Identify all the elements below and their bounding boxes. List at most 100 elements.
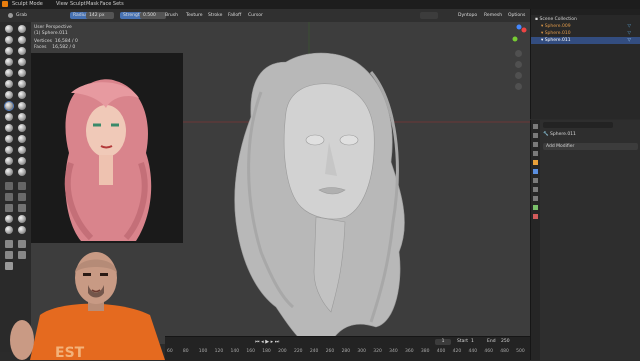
- grab-brush-icon[interactable]: [5, 102, 13, 110]
- box-hide-icon[interactable]: [18, 182, 26, 190]
- draw-face-sets-icon[interactable]: [5, 168, 13, 176]
- outliner-item-label: Sphere.010: [544, 31, 571, 36]
- physics-tab-icon[interactable]: [533, 187, 538, 192]
- simplify-brush-icon[interactable]: [5, 157, 13, 165]
- zoom-icon[interactable]: [515, 50, 522, 57]
- scrape-brush-icon[interactable]: [18, 80, 26, 88]
- elastic-deform-icon[interactable]: [18, 102, 26, 110]
- options-menu[interactable]: Options: [508, 12, 525, 19]
- multiplane-scrape-icon[interactable]: [5, 91, 13, 99]
- current-frame-field[interactable]: 1: [435, 339, 451, 345]
- menu-view[interactable]: View: [56, 1, 68, 7]
- crease-brush-icon[interactable]: [18, 58, 26, 66]
- camera-icon[interactable]: [515, 72, 522, 79]
- outliner-item[interactable]: ▾ Sphere.009 ▽: [531, 23, 640, 30]
- strength-field[interactable]: 0.500: [140, 12, 166, 19]
- reference-image: [31, 53, 183, 243]
- pinch-brush-icon[interactable]: [18, 91, 26, 99]
- layer-brush-icon[interactable]: [5, 47, 13, 55]
- end-frame-field[interactable]: 250: [501, 339, 510, 344]
- clay-strips-brush-icon[interactable]: [18, 36, 26, 44]
- timeline-tick-label: 80: [182, 349, 189, 354]
- start-frame-field[interactable]: 1: [471, 339, 474, 344]
- outliner-item-label: Sphere.011: [544, 38, 571, 43]
- navigation-gizmo[interactable]: [509, 24, 529, 44]
- dyntopo-menu[interactable]: Dyntopo: [458, 12, 477, 19]
- flatten-brush-icon[interactable]: [18, 69, 26, 77]
- properties-panel: 🔧 Sphere.011 Add Modifier: [530, 120, 640, 360]
- inflate-brush-icon[interactable]: [18, 47, 26, 55]
- y-axis-handle: [512, 36, 518, 42]
- presenter-video: EST: [10, 252, 165, 360]
- box-face-set-icon[interactable]: [5, 193, 13, 201]
- nudge-brush-icon[interactable]: [18, 124, 26, 132]
- boundary-brush-icon[interactable]: [5, 146, 13, 154]
- mask-brush-icon[interactable]: [18, 157, 26, 165]
- mask-by-color-icon[interactable]: [18, 226, 26, 234]
- line-project-icon[interactable]: [5, 204, 13, 212]
- z-axis-handle: [516, 24, 522, 30]
- scene-tab-icon[interactable]: [533, 151, 538, 156]
- cloth-brush-icon[interactable]: [18, 146, 26, 154]
- mode-icon[interactable]: [2, 1, 8, 7]
- mesh-filter-icon[interactable]: [18, 204, 26, 212]
- draw-brush-icon[interactable]: [5, 25, 13, 33]
- shirt-print: EST: [55, 345, 85, 360]
- playback-controls[interactable]: ⏮ ◂ ▶ ▸ ⏭: [255, 339, 279, 345]
- timeline[interactable]: ⏮ ◂ ▶ ▸ ⏭ 1 Start 1 End 250 60 80 100 120 14…: [165, 336, 530, 361]
- particles-tab-icon[interactable]: [533, 178, 538, 183]
- faces-label: Faces: [34, 45, 47, 50]
- multires-displacement-icon[interactable]: [18, 168, 26, 176]
- output-tab-icon[interactable]: [533, 142, 538, 147]
- add-modifier-button[interactable]: Add Modifier: [543, 143, 638, 150]
- pan-icon[interactable]: [515, 61, 522, 68]
- rotate-brush-icon[interactable]: [5, 135, 13, 143]
- render-tab-icon[interactable]: [533, 133, 538, 138]
- brush-icon[interactable]: [8, 13, 13, 18]
- pose-brush-icon[interactable]: [5, 124, 13, 132]
- modifier-tab-icon[interactable]: [533, 169, 538, 174]
- snake-hook-icon[interactable]: [5, 113, 13, 121]
- menu-sculpt[interactable]: Sculpt: [70, 1, 86, 7]
- falloff-menu[interactable]: Falloff: [228, 12, 241, 19]
- box-trim-icon[interactable]: [18, 193, 26, 201]
- vertices-value: 16,584 / 0: [54, 39, 78, 44]
- fill-brush-icon[interactable]: [5, 80, 13, 88]
- timeline-tick-label: 400: [436, 349, 446, 354]
- properties-search[interactable]: [543, 122, 613, 128]
- constraints-tab-icon[interactable]: [533, 196, 538, 201]
- texture-menu[interactable]: Texture: [186, 12, 202, 19]
- thumb-brush-icon[interactable]: [18, 113, 26, 121]
- brush-name[interactable]: Grab: [16, 12, 27, 19]
- material-tab-icon[interactable]: [533, 214, 538, 219]
- timeline-tick-label: 360: [405, 349, 414, 354]
- tool-tab-icon[interactable]: [533, 124, 538, 129]
- smooth-brush-icon[interactable]: [5, 69, 13, 77]
- radius-field[interactable]: 142 px: [86, 12, 114, 19]
- color-filter-icon[interactable]: [18, 215, 26, 223]
- outliner-item[interactable]: ▾ Sphere.010 ▽: [531, 30, 640, 37]
- object-tab-icon[interactable]: [533, 160, 538, 165]
- box-mask-icon[interactable]: [5, 182, 13, 190]
- menu-sculpt-mode[interactable]: Sculpt Mode: [12, 1, 43, 7]
- data-tab-icon[interactable]: [533, 205, 538, 210]
- scene-collection[interactable]: ▪ Scene Collection: [531, 16, 640, 23]
- object-name-row[interactable]: 🔧 Sphere.011: [543, 132, 576, 137]
- outliner-item-selected[interactable]: ▾ Sphere.011 ▽: [531, 37, 640, 44]
- remesh-menu[interactable]: Remesh: [484, 12, 502, 19]
- edit-face-set-icon[interactable]: [5, 226, 13, 234]
- clay-brush-icon[interactable]: [5, 36, 13, 44]
- draw-sharp-brush-icon[interactable]: [18, 25, 26, 33]
- blob-brush-icon[interactable]: [5, 58, 13, 66]
- scene-collection-label: Scene Collection: [539, 17, 577, 22]
- cursor-menu[interactable]: Cursor: [248, 12, 263, 19]
- cloth-filter-icon[interactable]: [5, 215, 13, 223]
- symmetry-icons[interactable]: [420, 12, 438, 19]
- stroke-menu[interactable]: Stroke: [208, 12, 222, 19]
- menu-face-sets[interactable]: Face Sets: [100, 1, 124, 7]
- webcam-overlay: EST: [0, 245, 170, 360]
- slide-relax-icon[interactable]: [18, 135, 26, 143]
- grid-icon[interactable]: [515, 83, 522, 90]
- brush-menu[interactable]: Brush: [165, 12, 178, 19]
- menu-mask[interactable]: Mask: [86, 1, 99, 7]
